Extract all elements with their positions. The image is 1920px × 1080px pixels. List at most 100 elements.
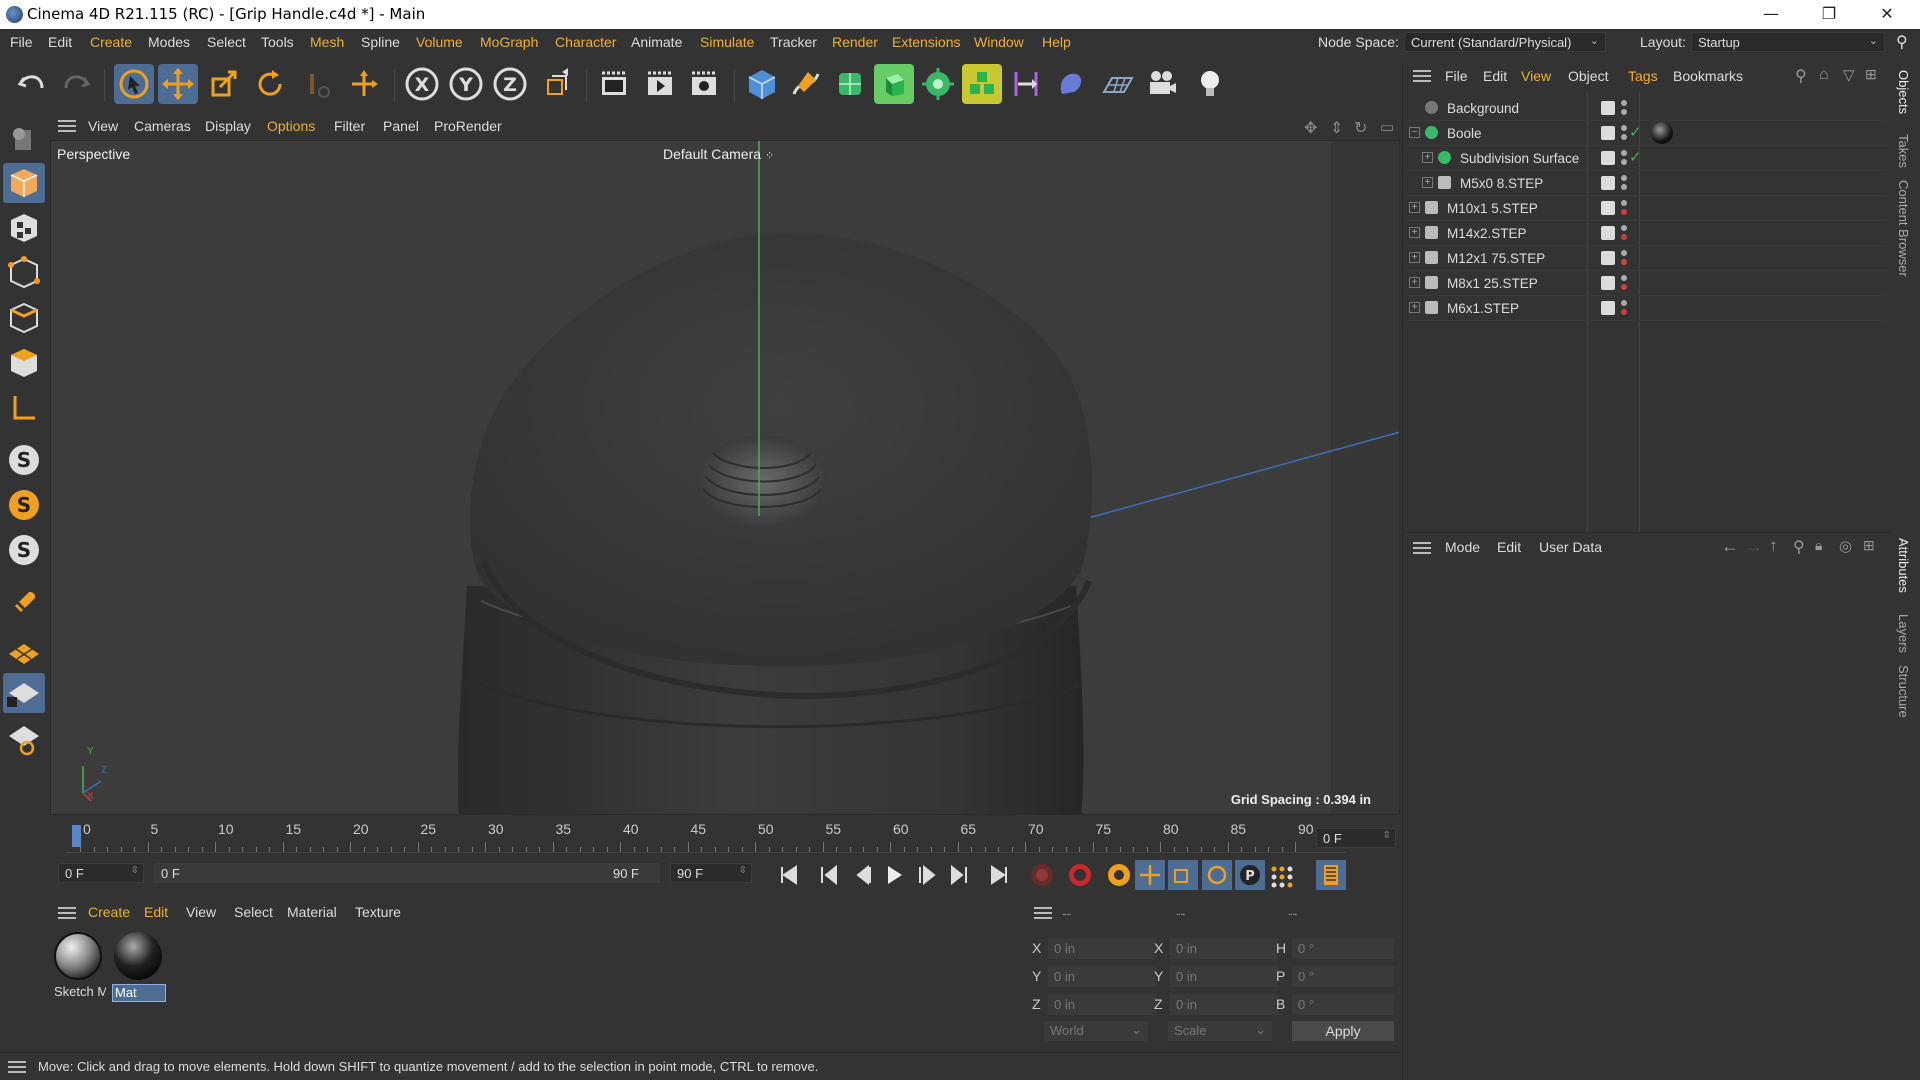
- back-arrow-icon[interactable]: ←: [1721, 536, 1739, 557]
- menu-edit[interactable]: Edit: [48, 34, 72, 50]
- previous-frame-button[interactable]: [856, 864, 871, 886]
- layer-edit-icon[interactable]: [1601, 251, 1615, 265]
- tab-attributes[interactable]: Attributes: [1896, 538, 1911, 593]
- locked-workplane-icon[interactable]: [3, 673, 45, 713]
- stepper-arrows-icon[interactable]: ⇳: [1383, 830, 1391, 841]
- hamburger-menu-icon[interactable]: [8, 1061, 26, 1073]
- menu-spline[interactable]: Spline: [361, 34, 400, 50]
- viewport-dolly-icon[interactable]: ⇕: [1330, 118, 1343, 138]
- x-axis-lock-icon[interactable]: X: [402, 64, 442, 104]
- render-visibility-dot[interactable]: [1621, 234, 1627, 240]
- menu-volume[interactable]: Volume: [416, 34, 463, 50]
- node-space-dropdown[interactable]: Current (Standard/Physical) ⌄: [1404, 32, 1606, 52]
- redo-button[interactable]: [56, 64, 96, 104]
- key-point-level-button[interactable]: [1271, 866, 1293, 888]
- menu-tools[interactable]: Tools: [261, 34, 294, 50]
- menu-simulate[interactable]: Simulate: [700, 34, 754, 50]
- menu-window[interactable]: Window: [974, 34, 1024, 50]
- next-frame-button[interactable]: [919, 864, 936, 886]
- menu-file[interactable]: File: [10, 34, 33, 50]
- hamburger-menu-icon[interactable]: [58, 907, 76, 919]
- mograph-icon[interactable]: [962, 64, 1002, 104]
- playhead[interactable]: [72, 825, 81, 847]
- expand-toggle-icon[interactable]: +: [1409, 202, 1420, 213]
- editor-visibility-dot[interactable]: [1621, 200, 1627, 206]
- expand-toggle-icon[interactable]: +: [1409, 277, 1420, 288]
- viewport-menu-cameras[interactable]: Cameras: [134, 118, 191, 134]
- object-row[interactable]: + M10x1 5.STEP: [1407, 196, 1887, 221]
- object-menu-bookmarks[interactable]: Bookmarks: [1673, 68, 1743, 84]
- viewport-menu-filter[interactable]: Filter: [334, 118, 365, 134]
- menu-select[interactable]: Select: [207, 34, 246, 50]
- material-menu-create[interactable]: Create: [88, 904, 130, 920]
- render-visibility-dot[interactable]: [1621, 159, 1627, 165]
- coordinate-mode-dropdown[interactable]: World ⌄: [1044, 1021, 1148, 1041]
- forward-arrow-icon[interactable]: →: [1745, 536, 1763, 557]
- material-swatch-sketch[interactable]: Sketch M: [52, 930, 106, 1002]
- layer-edit-icon[interactable]: [1601, 276, 1615, 290]
- render-visibility-dot[interactable]: [1621, 259, 1627, 265]
- current-frame-field[interactable]: 0 F ⇳: [1316, 828, 1396, 848]
- menu-modes[interactable]: Modes: [148, 34, 190, 50]
- stepper-arrows-icon[interactable]: ⇳: [739, 865, 747, 876]
- tab-objects[interactable]: Objects: [1896, 70, 1911, 114]
- editor-visibility-dot[interactable]: [1621, 300, 1627, 306]
- timeline-ruler[interactable]: 0 5 10 15 20 25 30 35 40 45 50 55 60 65 70 75 80 85 90: [66, 821, 1346, 853]
- render-visibility-dot[interactable]: [1621, 284, 1627, 290]
- key-scale-button[interactable]: [1168, 860, 1198, 890]
- attribute-menu-user-data[interactable]: User Data: [1539, 539, 1602, 555]
- enabled-check-icon[interactable]: ✓: [1629, 123, 1642, 141]
- expand-toggle-icon[interactable]: +: [1422, 152, 1433, 163]
- go-to-end-button[interactable]: [991, 865, 1007, 885]
- material-menu-select[interactable]: Select: [234, 904, 273, 920]
- up-arrow-icon[interactable]: ↑: [1769, 536, 1778, 556]
- hamburger-menu-icon[interactable]: [1034, 907, 1052, 919]
- menu-character[interactable]: Character: [555, 34, 616, 50]
- render-settings-icon[interactable]: [684, 64, 724, 104]
- close-button[interactable]: ✕: [1858, 0, 1916, 29]
- layer-edit-icon[interactable]: [1601, 126, 1615, 140]
- size-mode-dropdown[interactable]: Scale ⌄: [1168, 1021, 1272, 1041]
- attribute-menu-mode[interactable]: Mode: [1445, 539, 1480, 555]
- perspective-viewport[interactable]: Perspective Default Camera ⁘ Y Z X Grid …: [50, 140, 1400, 815]
- coord-pos-x-field[interactable]: 0 in: [1048, 938, 1156, 959]
- expand-toggle-icon[interactable]: +: [1422, 177, 1433, 188]
- object-menu-view[interactable]: View: [1521, 68, 1551, 84]
- tab-takes[interactable]: Takes: [1896, 134, 1911, 168]
- editor-visibility-dot[interactable]: [1621, 125, 1627, 131]
- undo-button[interactable]: [12, 64, 52, 104]
- render-view-icon[interactable]: [594, 64, 634, 104]
- world-axis-icon[interactable]: [344, 64, 384, 104]
- viewport-camera-label[interactable]: Default Camera ⁘: [663, 146, 774, 162]
- previous-key-button[interactable]: [821, 864, 837, 886]
- extrude-generator-icon[interactable]: [874, 64, 914, 104]
- coord-rot-h-field[interactable]: 0 °: [1292, 938, 1394, 959]
- object-row[interactable]: − Boole ✓: [1407, 121, 1887, 146]
- tab-structure[interactable]: Structure: [1896, 665, 1911, 718]
- lock-icon[interactable]: 🔒︎: [1815, 537, 1822, 554]
- render-visibility-dot[interactable]: [1621, 209, 1627, 215]
- maximize-button[interactable]: ❐: [1800, 0, 1858, 29]
- points-mode-icon[interactable]: [3, 253, 45, 293]
- z-axis-lock-icon[interactable]: Z: [490, 64, 530, 104]
- hamburger-menu-icon[interactable]: [1413, 542, 1431, 554]
- move-tool-icon[interactable]: [158, 64, 198, 104]
- floor-icon[interactable]: [1098, 64, 1138, 104]
- camera-target-icon[interactable]: ⁘: [765, 150, 774, 162]
- search-icon[interactable]: ⚲: [1896, 32, 1908, 52]
- magnet-tweak-icon[interactable]: [3, 580, 45, 620]
- layer-edit-icon[interactable]: [1601, 201, 1615, 215]
- material-tag-icon[interactable]: [1651, 122, 1673, 144]
- menu-tracker[interactable]: Tracker: [770, 34, 817, 50]
- menu-extensions[interactable]: Extensions: [892, 34, 960, 50]
- object-row[interactable]: Background: [1407, 96, 1887, 121]
- layer-edit-icon[interactable]: [1601, 151, 1615, 165]
- render-visibility-dot[interactable]: [1621, 134, 1627, 140]
- tab-content-browser[interactable]: Content Browser: [1896, 180, 1911, 277]
- expand-toggle-icon[interactable]: +: [1409, 302, 1420, 313]
- render-visibility-dot[interactable]: [1621, 309, 1627, 315]
- viewport-menu-view[interactable]: View: [88, 118, 118, 134]
- object-row[interactable]: + M5x0 8.STEP: [1407, 171, 1887, 196]
- subdivision-surface-icon[interactable]: [830, 64, 870, 104]
- editor-visibility-dot[interactable]: [1621, 275, 1627, 281]
